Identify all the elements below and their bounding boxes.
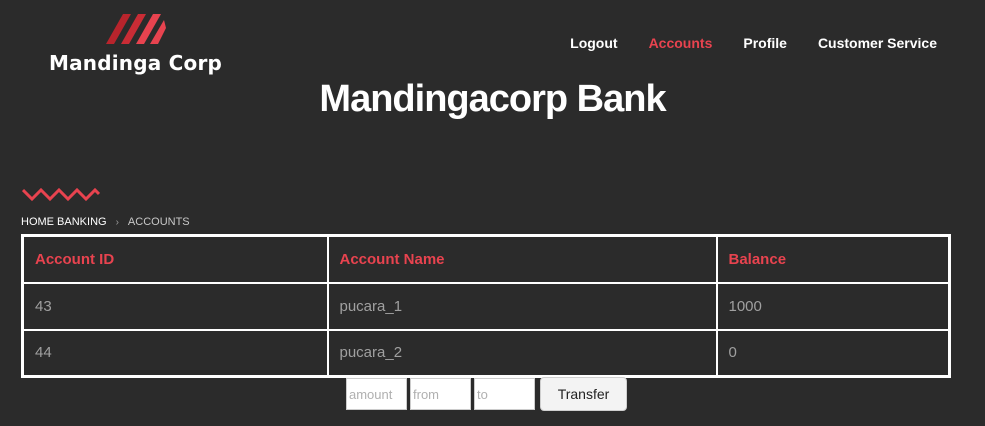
column-header-account-name: Account Name [326,234,718,284]
to-account-input[interactable] [474,378,535,410]
breadcrumb: HOME BANKING › ACCOUNTS [21,216,190,228]
transfer-form: Transfer [346,377,627,411]
column-header-account-id: Account ID [21,234,329,284]
brand-name: Mandinga Corp [49,51,223,75]
column-header-balance: Balance [715,234,951,284]
transfer-button[interactable]: Transfer [540,377,627,411]
nav-profile[interactable]: Profile [743,35,787,51]
breadcrumb-separator-icon: › [115,216,119,228]
table-row: 43 pucara_1 1000 [21,281,951,331]
from-account-input[interactable] [410,378,471,410]
accounts-table: Account ID Account Name Balance 43 pucar… [21,234,951,378]
page-title: Mandingacorp Bank [319,78,666,120]
cell-account-name: pucara_1 [326,281,718,331]
brand-stripes-icon [106,14,166,44]
cell-balance: 1000 [715,281,951,331]
brand-logo[interactable]: Mandinga Corp [48,10,228,76]
nav-logout[interactable]: Logout [570,35,617,51]
zigzag-icon [22,187,100,202]
amount-input[interactable] [346,378,407,410]
table-header-row: Account ID Account Name Balance [21,234,951,284]
cell-account-id: 43 [21,281,329,331]
nav-customer-service[interactable]: Customer Service [818,35,937,51]
cell-balance: 0 [715,328,951,378]
cell-account-id: 44 [21,328,329,378]
main-nav: Logout Accounts Profile Customer Service [539,35,937,51]
breadcrumb-home[interactable]: HOME BANKING [21,216,107,228]
nav-accounts[interactable]: Accounts [649,35,713,51]
table-row: 44 pucara_2 0 [21,328,951,378]
breadcrumb-current: ACCOUNTS [127,216,190,228]
cell-account-name: pucara_2 [326,328,718,378]
